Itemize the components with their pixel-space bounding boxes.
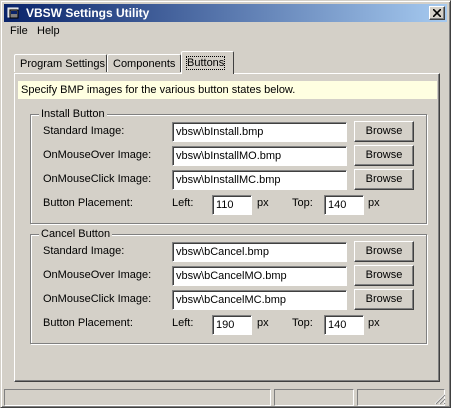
cancel-group-legend: Cancel Button [39, 228, 113, 240]
install-top-input[interactable]: 140 [324, 195, 364, 215]
install-mouseclick-label: OnMouseClick Image: [43, 173, 152, 185]
install-left-label: Left: [172, 197, 194, 209]
cancel-standard-browse-button[interactable]: Browse [354, 241, 414, 262]
close-button[interactable] [429, 6, 445, 20]
tab-strip: Program Settings Components Buttons [14, 51, 434, 74]
buttons-panel: Specify BMP images for the various butto… [14, 73, 440, 382]
menu-bar: File Help [4, 23, 447, 41]
menu-help[interactable]: Help [37, 25, 60, 37]
status-pane-2 [274, 389, 354, 406]
cancel-mouseover-input[interactable]: vbsw\bCancelMO.bmp [172, 266, 347, 286]
install-mouseclick-browse-button[interactable]: Browse [354, 169, 414, 190]
resize-grip-icon[interactable] [434, 393, 446, 405]
install-button-group: Install Button Standard Image: vbsw\bIns… [30, 108, 427, 224]
cancel-mouseover-label: OnMouseOver Image: [43, 269, 152, 281]
tab-components[interactable]: Components [107, 54, 181, 72]
cancel-left-input[interactable]: 190 [212, 315, 252, 335]
info-banner: Specify BMP images for the various butto… [18, 81, 437, 99]
install-group-legend: Install Button [39, 108, 107, 120]
install-standard-label: Standard Image: [43, 125, 125, 137]
cancel-placement-label: Button Placement: [43, 317, 133, 329]
status-bar [4, 389, 447, 406]
tab-program-settings[interactable]: Program Settings [14, 54, 107, 72]
tab-buttons[interactable]: Buttons [181, 51, 234, 74]
install-left-unit: px [257, 197, 269, 209]
cancel-mouseclick-browse-button[interactable]: Browse [354, 289, 414, 310]
install-top-unit: px [368, 197, 380, 209]
app-icon [7, 7, 19, 19]
cancel-left-unit: px [257, 317, 269, 329]
install-standard-input[interactable]: vbsw\bInstall.bmp [172, 122, 347, 142]
cancel-top-input[interactable]: 140 [324, 315, 364, 335]
menu-file[interactable]: File [10, 25, 28, 37]
install-top-label: Top: [292, 197, 313, 209]
status-pane-main [4, 389, 271, 406]
cancel-standard-input[interactable]: vbsw\bCancel.bmp [172, 242, 347, 262]
cancel-button-group: Cancel Button Standard Image: vbsw\bCanc… [30, 228, 427, 344]
main-window: VBSW Settings Utility File Help Program … [0, 0, 451, 408]
status-pane-3 [357, 389, 445, 406]
cancel-top-unit: px [368, 317, 380, 329]
install-mouseclick-input[interactable]: vbsw\bInstallMC.bmp [172, 170, 347, 190]
close-icon [433, 9, 441, 17]
install-placement-label: Button Placement: [43, 197, 133, 209]
window-title: VBSW Settings Utility [26, 6, 150, 20]
cancel-top-label: Top: [292, 317, 313, 329]
title-bar[interactable]: VBSW Settings Utility [4, 4, 447, 22]
install-mouseover-input[interactable]: vbsw\bInstallMO.bmp [172, 146, 347, 166]
cancel-left-label: Left: [172, 317, 194, 329]
cancel-mouseclick-label: OnMouseClick Image: [43, 293, 152, 305]
install-left-input[interactable]: 110 [212, 195, 252, 215]
cancel-standard-label: Standard Image: [43, 245, 125, 257]
cancel-mouseclick-input[interactable]: vbsw\bCancelMC.bmp [172, 290, 347, 310]
install-standard-browse-button[interactable]: Browse [354, 121, 414, 142]
cancel-mouseover-browse-button[interactable]: Browse [354, 265, 414, 286]
install-mouseover-browse-button[interactable]: Browse [354, 145, 414, 166]
install-mouseover-label: OnMouseOver Image: [43, 149, 152, 161]
